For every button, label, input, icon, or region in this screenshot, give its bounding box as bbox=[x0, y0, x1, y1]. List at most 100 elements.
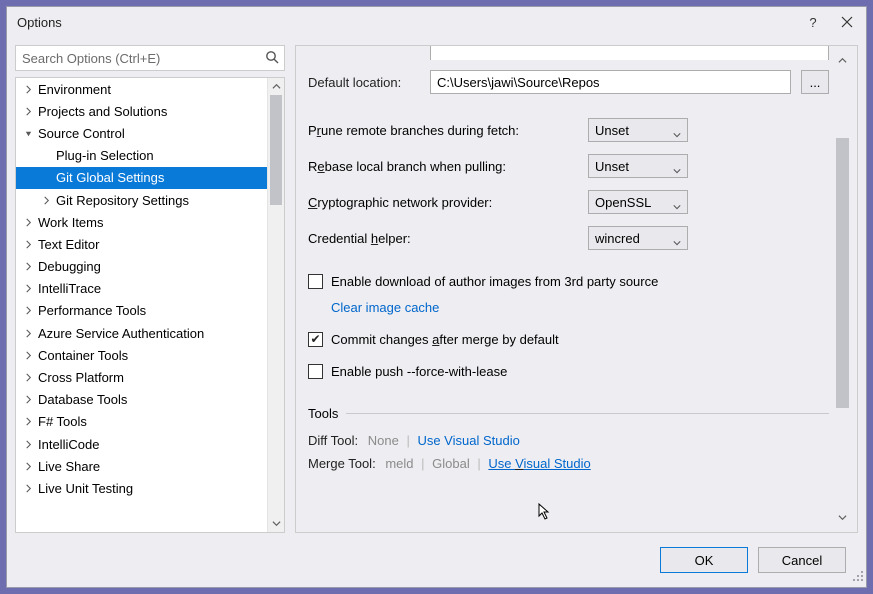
tree-item[interactable]: Plug-in Selection bbox=[16, 145, 267, 167]
tree-item[interactable]: F# Tools bbox=[16, 411, 267, 433]
tree-item-label: Live Share bbox=[38, 459, 100, 474]
settings-panel: Default location: ... Prune remote branc… bbox=[295, 45, 858, 533]
rebase-combo-value: Unset bbox=[595, 159, 629, 174]
tree-expander-icon[interactable] bbox=[22, 305, 34, 317]
diff-tool-label: Diff Tool: bbox=[308, 433, 358, 448]
tree-expander-icon[interactable] bbox=[22, 261, 34, 273]
tree-expander-icon[interactable] bbox=[22, 83, 34, 95]
merge-tool-label: Merge Tool: bbox=[308, 456, 376, 471]
ok-button[interactable]: OK bbox=[660, 547, 748, 573]
browse-button[interactable]: ... bbox=[801, 70, 829, 94]
close-button[interactable] bbox=[830, 9, 864, 35]
merge-use-vs-link[interactable]: Use Visual Studio bbox=[488, 456, 590, 471]
commit-after-merge-checkbox[interactable] bbox=[308, 332, 323, 347]
tree-item-label: Environment bbox=[38, 82, 111, 97]
chevron-down-icon bbox=[673, 127, 681, 142]
force-with-lease-checkbox[interactable] bbox=[308, 364, 323, 379]
commit-after-merge-label: Commit changes after merge by default bbox=[331, 332, 559, 347]
tree-item[interactable]: Projects and Solutions bbox=[16, 100, 267, 122]
default-location-label: Default location: bbox=[308, 75, 420, 90]
tree-item[interactable]: Live Unit Testing bbox=[16, 477, 267, 499]
cancel-label: Cancel bbox=[782, 553, 822, 568]
tree-expander-icon[interactable] bbox=[22, 460, 34, 472]
tree-item[interactable]: Text Editor bbox=[16, 233, 267, 255]
tree-item[interactable]: Azure Service Authentication bbox=[16, 322, 267, 344]
tree-expander-icon[interactable] bbox=[22, 372, 34, 384]
tree-item[interactable]: Work Items bbox=[16, 211, 267, 233]
scroll-thumb[interactable] bbox=[836, 138, 849, 408]
panel-scrollbar[interactable] bbox=[834, 52, 851, 526]
search-icon[interactable] bbox=[265, 50, 279, 67]
tree-expander-icon[interactable] bbox=[22, 394, 34, 406]
diff-use-vs-link[interactable]: Use Visual Studio bbox=[417, 433, 519, 448]
help-icon: ? bbox=[809, 15, 816, 30]
category-tree: Environment Projects and Solutions Source … bbox=[15, 77, 285, 533]
tree-item[interactable]: Source Control bbox=[16, 122, 267, 144]
email-field-clipped[interactable] bbox=[430, 45, 829, 60]
prune-combo[interactable]: Unset bbox=[588, 118, 688, 142]
tree-expander-icon[interactable] bbox=[22, 283, 34, 295]
prune-label: Prune remote branches during fetch: bbox=[308, 123, 588, 138]
clear-image-cache-link[interactable]: Clear image cache bbox=[331, 300, 439, 315]
tree-expander-icon[interactable] bbox=[40, 194, 52, 206]
tree-item[interactable]: Environment bbox=[16, 78, 267, 100]
tree-expander-icon[interactable] bbox=[22, 438, 34, 450]
help-button[interactable]: ? bbox=[796, 9, 830, 35]
tree-item-label: Source Control bbox=[38, 126, 125, 141]
tree-scrollbar[interactable] bbox=[267, 78, 284, 532]
tree-item-label: IntelliTrace bbox=[38, 281, 101, 296]
section-divider bbox=[346, 413, 829, 414]
tree-item[interactable]: Database Tools bbox=[16, 389, 267, 411]
force-with-lease-label: Enable push --force-with-lease bbox=[331, 364, 507, 379]
scroll-down-icon[interactable] bbox=[834, 509, 851, 526]
crypto-combo[interactable]: OpenSSL bbox=[588, 190, 688, 214]
tree-item-label: Debugging bbox=[38, 259, 101, 274]
tree-item[interactable]: Git Repository Settings bbox=[16, 189, 267, 211]
tree-expander-icon[interactable] bbox=[22, 416, 34, 428]
tree-item-label: F# Tools bbox=[38, 414, 87, 429]
author-images-label: Enable download of author images from 3r… bbox=[331, 274, 658, 289]
cancel-button[interactable]: Cancel bbox=[758, 547, 846, 573]
tree-item-label: Projects and Solutions bbox=[38, 104, 167, 119]
tree-item[interactable]: Debugging bbox=[16, 256, 267, 278]
rebase-label: Rebase local branch when pulling: bbox=[308, 159, 588, 174]
scroll-thumb[interactable] bbox=[270, 95, 282, 205]
tree-expander-icon[interactable] bbox=[22, 349, 34, 361]
tree-expander-icon[interactable] bbox=[22, 105, 34, 117]
scroll-up-icon[interactable] bbox=[268, 78, 284, 95]
default-location-input[interactable] bbox=[430, 70, 791, 94]
tree-item-label: Plug-in Selection bbox=[56, 148, 154, 163]
cred-combo[interactable]: wincred bbox=[588, 226, 688, 250]
tree-expander-icon[interactable] bbox=[22, 216, 34, 228]
tree-expander-icon[interactable] bbox=[22, 127, 34, 139]
author-images-checkbox[interactable] bbox=[308, 274, 323, 289]
tree-item-label: Text Editor bbox=[38, 237, 99, 252]
tree-item[interactable]: Git Global Settings bbox=[16, 167, 267, 189]
tree-item[interactable]: IntelliTrace bbox=[16, 278, 267, 300]
tree-item[interactable]: Performance Tools bbox=[16, 300, 267, 322]
search-input[interactable] bbox=[15, 45, 285, 71]
tree-expander-icon[interactable] bbox=[40, 150, 52, 162]
tree-expander-icon[interactable] bbox=[22, 238, 34, 250]
rebase-combo[interactable]: Unset bbox=[588, 154, 688, 178]
chevron-down-icon bbox=[673, 235, 681, 250]
cred-combo-value: wincred bbox=[595, 231, 640, 246]
tree-expander-icon[interactable] bbox=[22, 327, 34, 339]
tree-item[interactable]: IntelliCode bbox=[16, 433, 267, 455]
tree-item[interactable]: Live Share bbox=[16, 455, 267, 477]
tree-item[interactable]: Cross Platform bbox=[16, 366, 267, 388]
crypto-label: Cryptographic network provider: bbox=[308, 195, 588, 210]
scroll-up-icon[interactable] bbox=[834, 52, 851, 69]
tree-item-label: Performance Tools bbox=[38, 303, 146, 318]
scroll-down-icon[interactable] bbox=[268, 515, 284, 532]
tree-item-label: Git Repository Settings bbox=[56, 193, 189, 208]
close-icon bbox=[841, 16, 853, 28]
tree-item-label: IntelliCode bbox=[38, 437, 99, 452]
resize-grip-icon[interactable] bbox=[852, 570, 864, 585]
merge-tool-value: meld bbox=[385, 456, 413, 471]
tree-expander-icon[interactable] bbox=[40, 172, 52, 184]
search-box bbox=[15, 45, 285, 71]
tree-expander-icon[interactable] bbox=[22, 482, 34, 494]
dialog-footer: OK Cancel bbox=[7, 533, 866, 587]
tree-item[interactable]: Container Tools bbox=[16, 344, 267, 366]
